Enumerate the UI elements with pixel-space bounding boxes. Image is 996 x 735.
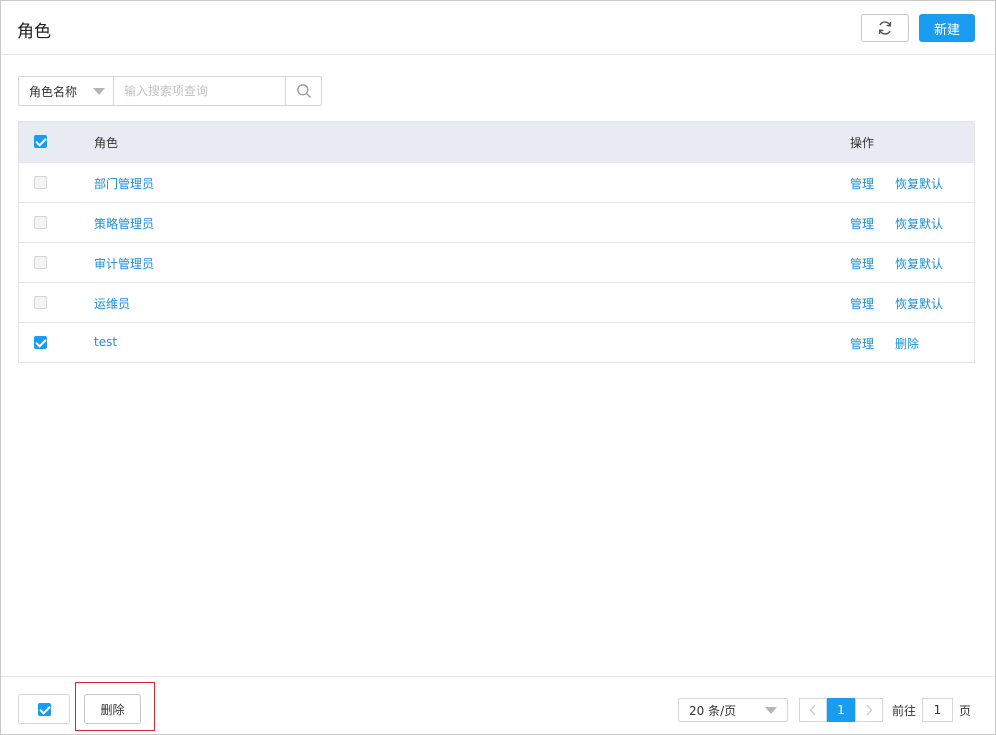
roles-table: 角色 操作 部门管理员 管理 恢复默认 策略管理员 管理 恢复默认 审计管理员 … [18,121,975,363]
role-name-link[interactable]: 运维员 [94,295,130,312]
row-checkbox[interactable] [34,256,47,269]
role-name-link[interactable]: test [94,335,117,349]
caret-down-icon [93,88,105,95]
new-button[interactable]: 新建 [919,14,975,42]
row-checkbox[interactable] [34,336,47,349]
page-title: 角色 [17,22,51,42]
goto-suffix: 页 [959,704,972,718]
manage-link[interactable]: 管理 [850,255,874,272]
refresh-icon [878,21,892,35]
chevron-left-icon [809,704,816,716]
row-checkbox[interactable] [34,296,47,309]
search-icon [296,84,311,98]
bulk-select-button[interactable] [18,694,70,724]
page-size-label: 20 条/页 [689,703,737,718]
restore-default-link[interactable]: 恢复默认 [895,215,943,232]
page-header: 角色 新建 [1,1,995,55]
bulk-select-checkbox[interactable] [38,703,51,716]
manage-link[interactable]: 管理 [850,295,874,312]
window-frame [0,0,996,735]
table-row: test 管理 删除 [19,322,974,362]
table-row: 部门管理员 管理 恢复默认 [19,162,974,202]
restore-default-link[interactable]: 恢复默认 [895,175,943,192]
table-row: 运维员 管理 恢复默认 [19,282,974,322]
search-bar: 角色名称 [18,76,322,106]
delete-link[interactable]: 删除 [895,335,919,352]
manage-link[interactable]: 管理 [850,175,874,192]
pagination: 1 [799,698,883,722]
column-header-ops: 操作 [850,136,875,150]
search-field-select[interactable]: 角色名称 [19,77,114,105]
row-checkbox[interactable] [34,176,47,189]
prev-page-button[interactable] [799,698,827,722]
bulk-delete-button[interactable]: 删除 [84,694,141,724]
restore-default-link[interactable]: 恢复默认 [895,295,943,312]
refresh-button[interactable] [861,14,909,42]
role-name-link[interactable]: 策略管理员 [94,215,154,232]
role-name-link[interactable]: 部门管理员 [94,175,154,192]
manage-link[interactable]: 管理 [850,335,874,352]
table-row: 策略管理员 管理 恢复默认 [19,202,974,242]
table-header: 角色 操作 [19,122,974,162]
select-all-checkbox[interactable] [34,135,47,148]
table-row: 审计管理员 管理 恢复默认 [19,242,974,282]
search-button[interactable] [285,77,321,105]
page-size-select[interactable]: 20 条/页 [678,698,788,722]
page-footer: 删除 20 条/页 1 前往 页 [1,676,995,734]
next-page-button[interactable] [855,698,883,722]
restore-default-link[interactable]: 恢复默认 [895,255,943,272]
page-number-current[interactable]: 1 [827,698,855,722]
manage-link[interactable]: 管理 [850,215,874,232]
column-header-role: 角色 [94,136,119,150]
caret-down-icon [765,707,777,714]
search-input[interactable] [114,77,285,105]
chevron-right-icon [866,704,873,716]
goto-page-input[interactable] [922,698,953,722]
search-field-label: 角色名称 [29,84,78,99]
row-checkbox[interactable] [34,216,47,229]
role-name-link[interactable]: 审计管理员 [94,255,154,272]
goto-label: 前往 [892,704,917,718]
